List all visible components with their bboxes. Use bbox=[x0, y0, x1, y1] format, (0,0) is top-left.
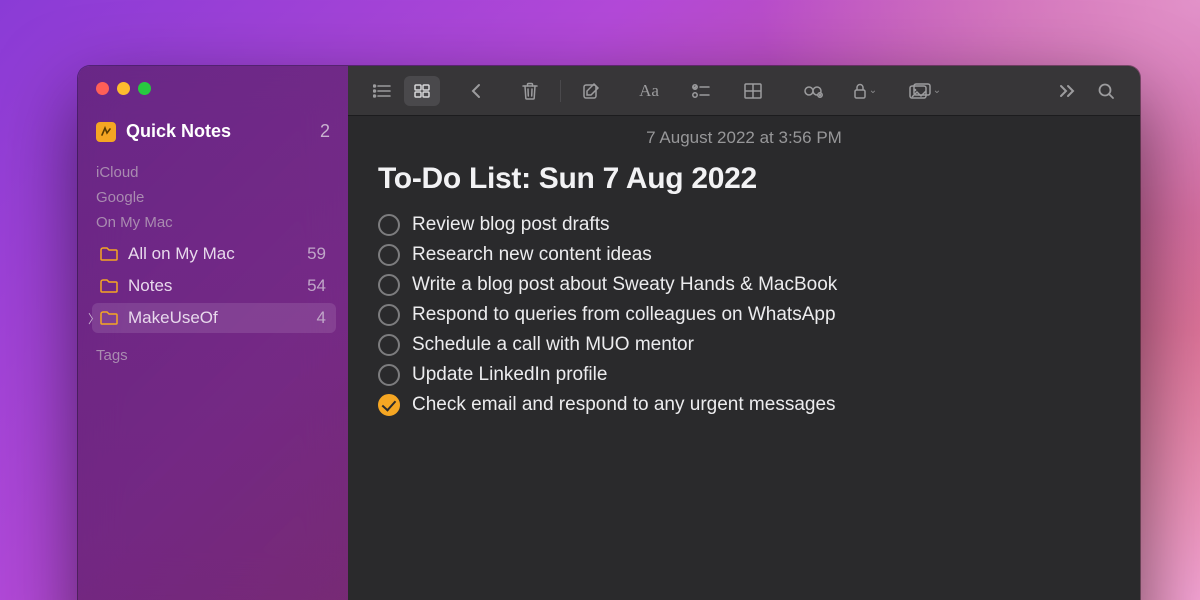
quick-notes-label: Quick Notes bbox=[126, 121, 231, 142]
folder-name: MakeUseOf bbox=[128, 308, 218, 328]
quick-notes-count: 2 bbox=[320, 121, 330, 142]
folder-item[interactable]: 〉MakeUseOf4 bbox=[92, 303, 336, 333]
more-button[interactable] bbox=[1048, 76, 1084, 106]
chevron-down-icon: ⌄ bbox=[933, 85, 941, 96]
folder-item[interactable]: Notes 54 bbox=[92, 271, 336, 301]
folder-item[interactable]: All on My Mac 59 bbox=[92, 239, 336, 269]
minimize-window-button[interactable] bbox=[117, 82, 130, 95]
sidebar: Quick Notes 2 iCloud Google On My Mac Al… bbox=[78, 66, 348, 600]
folder-name: Notes bbox=[128, 276, 172, 296]
checklist-text[interactable]: Write a blog post about Sweaty Hands & M… bbox=[412, 274, 837, 296]
zoom-window-button[interactable] bbox=[138, 82, 151, 95]
checklist-checkbox[interactable] bbox=[378, 244, 400, 266]
window-controls bbox=[96, 82, 336, 95]
checklist-text[interactable]: Check email and respond to any urgent me… bbox=[412, 394, 836, 416]
checklist-item[interactable]: Check email and respond to any urgent me… bbox=[378, 394, 1110, 416]
close-window-button[interactable] bbox=[96, 82, 109, 95]
note-timestamp: 7 August 2022 at 3:56 PM bbox=[378, 128, 1110, 148]
folder-icon bbox=[100, 247, 118, 261]
section-icloud[interactable]: iCloud bbox=[96, 164, 336, 181]
toolbar: Aa ⌄ bbox=[348, 66, 1140, 116]
link-button[interactable] bbox=[795, 76, 831, 106]
checklist-button[interactable] bbox=[683, 76, 719, 106]
folder-count: 54 bbox=[307, 276, 326, 296]
folder-count: 59 bbox=[307, 244, 326, 264]
checklist-item[interactable]: Review blog post drafts bbox=[378, 214, 1110, 236]
folder-count: 4 bbox=[317, 308, 326, 328]
checklist-checkbox[interactable] bbox=[378, 364, 400, 386]
checklist-checkbox[interactable] bbox=[378, 274, 400, 296]
folder-icon bbox=[100, 311, 118, 325]
chevron-down-icon: ⌄ bbox=[869, 85, 877, 96]
view-list-button[interactable] bbox=[364, 76, 400, 106]
table-button[interactable] bbox=[735, 76, 771, 106]
main-pane: Aa ⌄ bbox=[348, 66, 1140, 600]
section-tags[interactable]: Tags bbox=[96, 347, 336, 364]
checklist-checkbox[interactable] bbox=[378, 394, 400, 416]
toolbar-separator bbox=[560, 80, 561, 102]
desktop-background: Quick Notes 2 iCloud Google On My Mac Al… bbox=[0, 0, 1200, 600]
note-title[interactable]: To-Do List: Sun 7 Aug 2022 bbox=[378, 162, 1110, 196]
delete-button[interactable] bbox=[512, 76, 548, 106]
format-button[interactable]: Aa bbox=[631, 76, 667, 106]
checklist-text[interactable]: Review blog post drafts bbox=[412, 214, 610, 236]
quick-notes-icon bbox=[96, 122, 116, 142]
folder-name: All on My Mac bbox=[128, 244, 235, 264]
note-content[interactable]: 7 August 2022 at 3:56 PM To-Do List: Sun… bbox=[348, 116, 1140, 600]
section-google[interactable]: Google bbox=[96, 189, 336, 206]
checklist-checkbox[interactable] bbox=[378, 214, 400, 236]
checklist-checkbox[interactable] bbox=[378, 334, 400, 356]
notes-window: Quick Notes 2 iCloud Google On My Mac Al… bbox=[78, 66, 1140, 600]
checklist-item[interactable]: Update LinkedIn profile bbox=[378, 364, 1110, 386]
disclosure-triangle-icon[interactable]: 〉 bbox=[88, 310, 100, 327]
checklist-text[interactable]: Respond to queries from colleagues on Wh… bbox=[412, 304, 836, 326]
quick-notes-item[interactable]: Quick Notes 2 bbox=[92, 117, 336, 146]
lock-button[interactable]: ⌄ bbox=[847, 76, 883, 106]
new-note-button[interactable] bbox=[573, 76, 609, 106]
search-button[interactable] bbox=[1088, 76, 1124, 106]
checklist-item[interactable]: Research new content ideas bbox=[378, 244, 1110, 266]
folder-list: All on My Mac59Notes54〉MakeUseOf4 bbox=[92, 239, 336, 333]
checklist-item[interactable]: Schedule a call with MUO mentor bbox=[378, 334, 1110, 356]
checklist-item[interactable]: Respond to queries from colleagues on Wh… bbox=[378, 304, 1110, 326]
view-gallery-button[interactable] bbox=[404, 76, 440, 106]
checklist-text[interactable]: Research new content ideas bbox=[412, 244, 652, 266]
media-button[interactable]: ⌄ bbox=[907, 76, 943, 106]
checklist-checkbox[interactable] bbox=[378, 304, 400, 326]
checklist-item[interactable]: Write a blog post about Sweaty Hands & M… bbox=[378, 274, 1110, 296]
back-button[interactable] bbox=[458, 76, 494, 106]
section-onmymac[interactable]: On My Mac bbox=[96, 214, 336, 231]
checklist-text[interactable]: Schedule a call with MUO mentor bbox=[412, 334, 694, 356]
checklist-text[interactable]: Update LinkedIn profile bbox=[412, 364, 607, 386]
folder-icon bbox=[100, 279, 118, 293]
checklist: Review blog post drafts Research new cont… bbox=[378, 214, 1110, 416]
